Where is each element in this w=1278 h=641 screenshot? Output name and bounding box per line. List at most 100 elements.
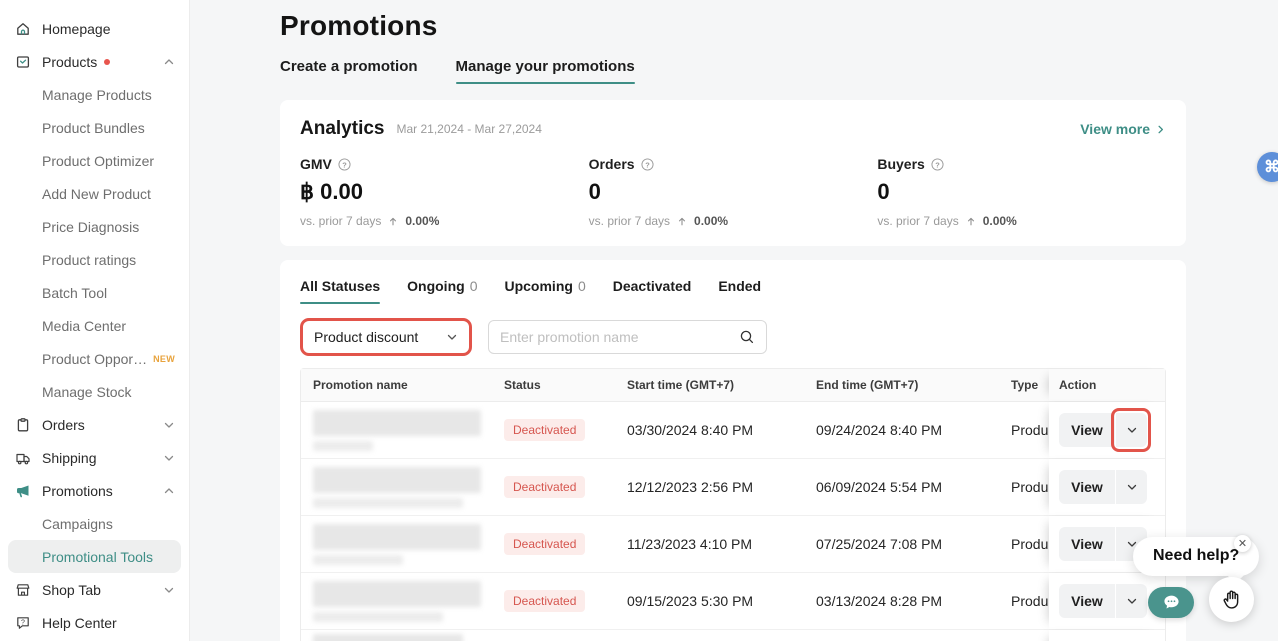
sidebar-item-promotional-tools[interactable]: Promotional Tools	[8, 540, 181, 573]
analytics-date-range: Mar 21,2024 - Mar 27,2024	[396, 122, 541, 136]
need-help-label: Need help?	[1153, 547, 1239, 564]
help-center-icon: ?	[14, 614, 31, 631]
search-icon[interactable]	[739, 329, 755, 345]
help-circle-icon[interactable]: ?	[338, 158, 351, 171]
view-button[interactable]: View	[1059, 470, 1115, 504]
promotion-type-select[interactable]: Product discount	[304, 322, 468, 352]
sidebar-item-label: Add New Product	[42, 186, 151, 202]
view-more-link[interactable]: View more	[1080, 121, 1166, 137]
metric-label: GMV	[300, 156, 332, 172]
compare-label: vs. prior 7 days	[300, 214, 381, 228]
sidebar-item-batch-tool[interactable]: Batch Tool	[0, 276, 189, 309]
end-time: 09/24/2024 8:40 PM	[804, 402, 999, 458]
tab-create-a-promotion[interactable]: Create a promotion	[280, 58, 418, 84]
help-circle-icon[interactable]: ?	[641, 158, 654, 171]
close-help-button[interactable]: ✕	[1234, 535, 1251, 552]
sidebar-item-shop-tab[interactable]: Shop Tab	[0, 573, 189, 606]
status-tab-deactivated[interactable]: Deactivated	[613, 278, 692, 304]
sidebar-item-shipping[interactable]: Shipping	[0, 441, 189, 474]
redacted-promotion-name: 09.54.47	[313, 634, 463, 641]
chevron-down-icon	[163, 419, 175, 431]
status-tab-label: All Statuses	[300, 278, 380, 294]
compare-value: 0.00%	[405, 214, 439, 228]
sidebar-item-products[interactable]: Products	[0, 45, 189, 78]
view-button[interactable]: View	[1059, 527, 1115, 561]
status-tab-ended[interactable]: Ended	[718, 278, 761, 304]
status-tabs: All Statuses Ongoing 0 Upcoming0 Deactiva…	[300, 278, 1166, 304]
status-tab-upcoming[interactable]: Upcoming0	[504, 278, 585, 304]
promotion-type: Product discount	[999, 459, 1049, 515]
sidebar-item-product-bundles[interactable]: Product Bundles	[0, 111, 189, 144]
status-tab-ongoing[interactable]: Ongoing 0	[407, 278, 477, 304]
status-tab-count: 0	[578, 278, 586, 294]
sidebar-item-label: Media Center	[42, 318, 126, 334]
end-time: 03/13/2024 8:28 PM	[804, 573, 999, 629]
svg-text:?: ?	[645, 160, 650, 169]
chevron-down-icon	[163, 584, 175, 596]
promotion-search-input[interactable]	[500, 329, 739, 345]
status-badge: Deactivated	[504, 533, 585, 555]
sidebar-item-orders[interactable]: Orders	[0, 408, 189, 441]
compare-label: vs. prior 7 days	[877, 214, 958, 228]
sidebar-item-label: Shop Tab	[42, 582, 101, 598]
promotion-search-box	[488, 320, 767, 354]
table-row: Deactivated 09/15/2023 5:30 PM 03/13/202…	[301, 573, 1165, 630]
chat-support-button[interactable]	[1148, 587, 1194, 618]
view-button[interactable]: View	[1059, 413, 1115, 447]
home-icon	[14, 20, 31, 37]
promotion-type: Product discount	[999, 573, 1049, 629]
sidebar-item-label: Campaigns	[42, 516, 113, 532]
sidebar-item-manage-stock[interactable]: Manage Stock	[0, 375, 189, 408]
sidebar-item-manage-products[interactable]: Manage Products	[0, 78, 189, 111]
table-row: Deactivated 12/12/2023 2:56 PM 06/09/202…	[301, 459, 1165, 516]
sidebar-item-help-center[interactable]: ? Help Center	[0, 606, 189, 639]
row-actions-dropdown-button[interactable]	[1116, 584, 1147, 618]
chevron-right-icon	[1155, 124, 1166, 135]
close-icon: ✕	[1238, 537, 1247, 550]
sidebar-item-label: Orders	[42, 417, 85, 433]
sidebar-item-homepage[interactable]: Homepage	[0, 12, 189, 45]
sidebar-item-campaigns[interactable]: Campaigns	[0, 507, 189, 540]
table-row: Deactivated 03/30/2024 8:40 PM 09/24/202…	[301, 402, 1165, 459]
status-badge: Deactivated	[504, 476, 585, 498]
promotions-table: Promotion name Status Start time (GMT+7)…	[300, 368, 1166, 641]
redacted-promotion-name	[313, 581, 481, 622]
sidebar-item-add-new-product[interactable]: Add New Product	[0, 177, 189, 210]
sidebar-item-label: Products	[42, 54, 97, 70]
end-time: 07/25/2024 7:08 PM	[804, 516, 999, 572]
sidebar-item-product-ratings[interactable]: Product ratings	[0, 243, 189, 276]
status-badge: Deactivated	[504, 590, 585, 612]
promotion-type: Product discount	[999, 516, 1049, 572]
orders-icon	[14, 416, 31, 433]
row-actions-dropdown-button[interactable]	[1116, 470, 1147, 504]
sidebar-item-label: Manage Stock	[42, 384, 132, 400]
compare-value: 0.00%	[694, 214, 728, 228]
sidebar-item-label: Promotions	[42, 483, 113, 499]
sidebar-item-promotions[interactable]: Promotions	[0, 474, 189, 507]
sidebar-item-label: Homepage	[42, 21, 111, 37]
notification-dot	[104, 59, 110, 65]
redacted-promotion-name	[313, 467, 481, 508]
analytics-title: Analytics	[300, 118, 384, 140]
help-circle-icon[interactable]: ?	[931, 158, 944, 171]
svg-text:?: ?	[342, 160, 347, 169]
products-icon	[14, 53, 31, 70]
status-tab-count: 0	[470, 278, 478, 294]
sidebar-item-price-diagnosis[interactable]: Price Diagnosis	[0, 210, 189, 243]
status-tab-label: Ongoing	[407, 278, 465, 294]
chevron-down-icon	[1126, 424, 1138, 436]
view-button[interactable]: View	[1059, 584, 1115, 618]
sidebar: Homepage Products Manage Products Produc…	[0, 0, 190, 641]
command-icon: ⌘	[1264, 157, 1278, 177]
sidebar-item-media-center[interactable]: Media Center	[0, 309, 189, 342]
status-tab-all-statuses[interactable]: All Statuses	[300, 278, 380, 304]
status-tab-label: Ended	[718, 278, 761, 294]
row-actions-dropdown-button[interactable]	[1116, 413, 1147, 447]
main-content: Promotions Create a promotion Manage you…	[190, 0, 1278, 641]
tab-manage-your-promotions[interactable]: Manage your promotions	[456, 58, 635, 84]
start-time: 12/12/2023 2:56 PM	[615, 459, 804, 515]
redacted-promotion-name	[313, 524, 481, 565]
app-window: Homepage Products Manage Products Produc…	[0, 0, 1278, 641]
sidebar-item-product-opportunities[interactable]: Product Opportuniti... NEW	[0, 342, 189, 375]
sidebar-item-product-optimizer[interactable]: Product Optimizer	[0, 144, 189, 177]
